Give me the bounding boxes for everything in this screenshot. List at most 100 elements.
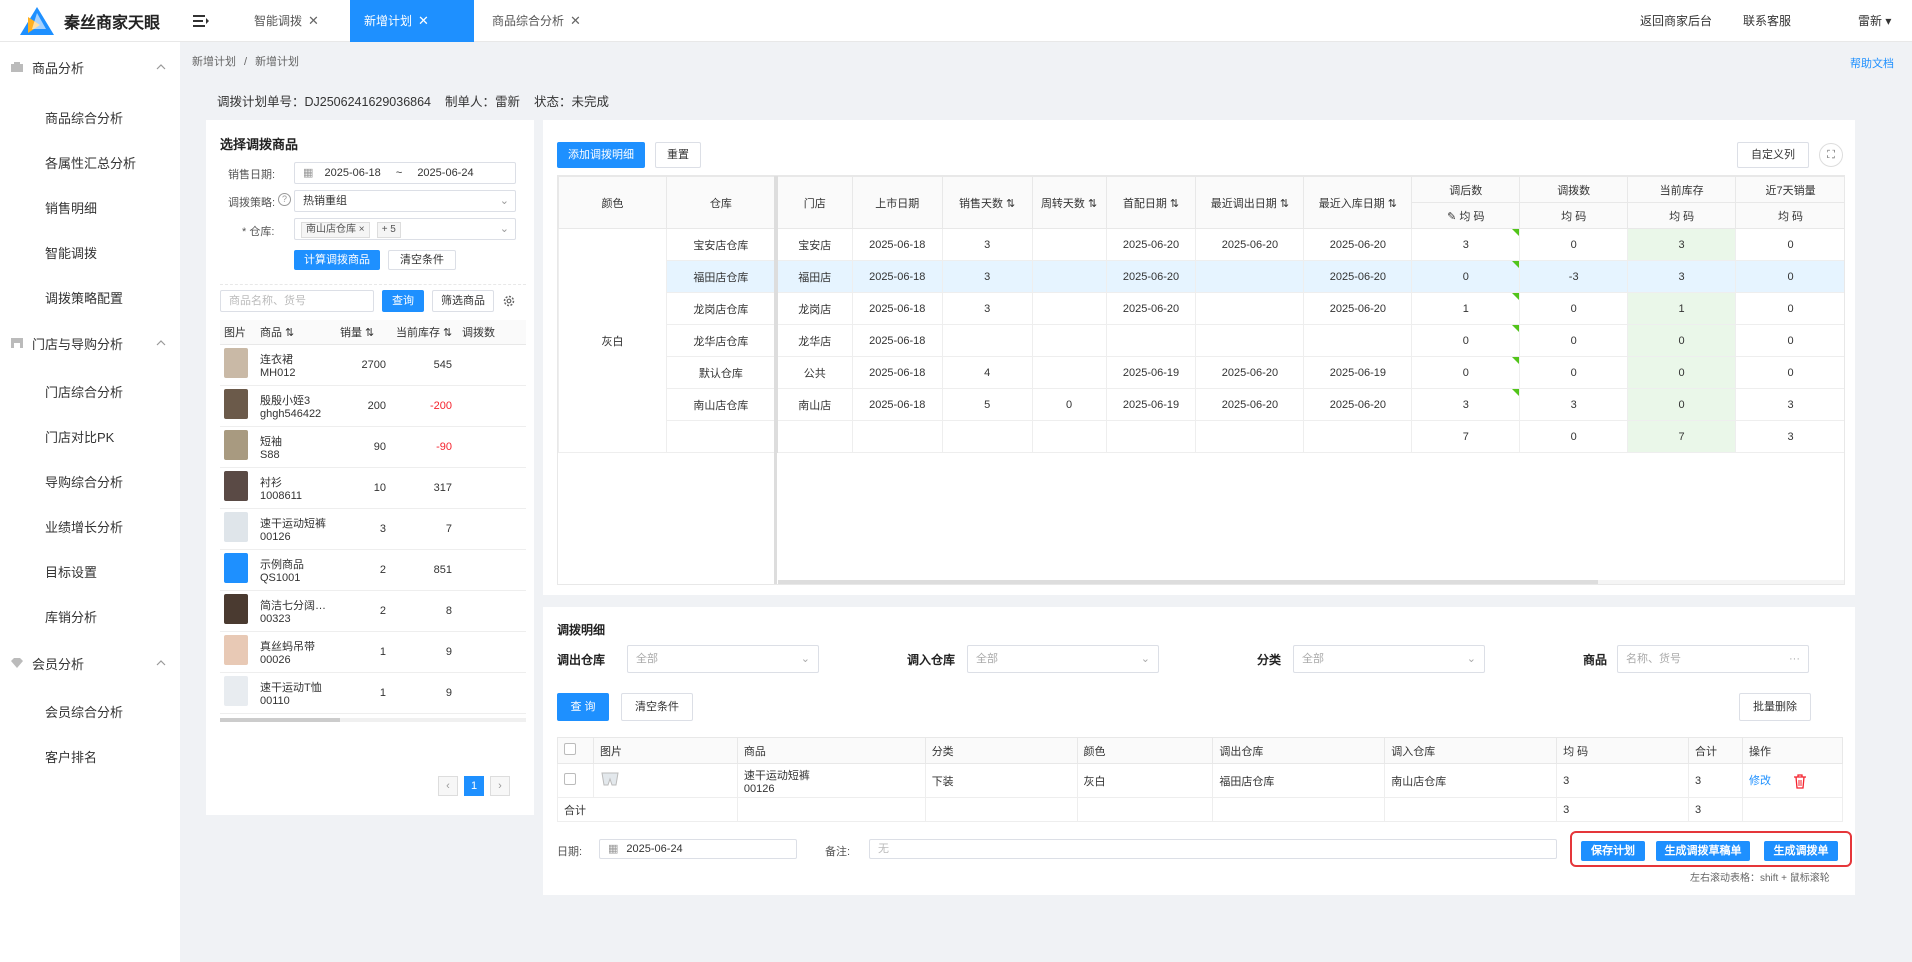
- column-header[interactable]: 销量 ⇅: [336, 320, 392, 345]
- calc-goods-button[interactable]: 计算调拨商品: [294, 250, 380, 270]
- table-row[interactable]: 殷殷小姪3 ghgh546422 200 -200: [220, 385, 526, 427]
- batch-delete-button[interactable]: 批量删除: [1739, 693, 1811, 721]
- grid-cell[interactable]: 0: [1411, 324, 1521, 357]
- column-header[interactable]: 周转天数 ⇅: [1031, 176, 1107, 229]
- clear-conditions-button[interactable]: 清空条件: [388, 250, 456, 270]
- sidebar-item[interactable]: 销售明细: [45, 198, 97, 217]
- sidebar-item[interactable]: 导购综合分析: [45, 472, 123, 491]
- table-row[interactable]: 速干运动短裤 00126 下装 灰白 福田店仓库 南山店仓库 3 3 修改: [557, 763, 1844, 798]
- trash-icon[interactable]: [1793, 774, 1807, 789]
- sidebar-item[interactable]: 业绩增长分析: [45, 517, 123, 536]
- user-menu[interactable]: 雷新 ▾: [1858, 12, 1891, 29]
- note-input[interactable]: 无: [869, 839, 1557, 859]
- sidebar-item[interactable]: 智能调拨: [45, 243, 97, 262]
- close-icon[interactable]: ✕: [308, 13, 319, 28]
- sidebar-item[interactable]: 客户排名: [45, 747, 97, 766]
- filter-goods-button[interactable]: 筛选商品: [432, 290, 494, 312]
- app-logo[interactable]: 秦丝商家天眼: [18, 5, 178, 37]
- category-select[interactable]: 全部 ⌄: [1293, 645, 1485, 673]
- generate-draft-button[interactable]: 生成调拨草稿单: [1656, 841, 1750, 861]
- sidebar-item[interactable]: 库销分析: [45, 607, 97, 626]
- menu-toggle-icon[interactable]: [192, 12, 210, 30]
- sidebar-item[interactable]: 门店综合分析: [45, 382, 123, 401]
- table-row[interactable]: 短袖 S88 90 -90: [220, 426, 526, 468]
- grid-cell[interactable]: 3: [1411, 388, 1521, 421]
- table-row[interactable]: 灰白 宝安店仓库 宝安店 2025-06-18 3 2025-06-20 2025-06-2…: [558, 228, 1844, 453]
- table-row[interactable]: 龙岗店仓库 龙岗店 2025-06-18 3 2025-06-20 2025-06-20 1…: [559, 292, 1844, 325]
- table-row[interactable]: 福田店仓库 福田店 2025-06-18 3 2025-06-20 2025-06-20 0…: [559, 260, 1844, 293]
- edit-link[interactable]: 修改: [1749, 775, 1771, 787]
- contact-service-link[interactable]: 联系客服: [1743, 12, 1791, 29]
- sub-header[interactable]: ✎ 均 码: [1411, 202, 1521, 229]
- query-button[interactable]: 查 询: [557, 693, 609, 721]
- help-docs-link[interactable]: 帮助文档: [1850, 55, 1894, 71]
- grid-cell: 2025-06-20: [1105, 260, 1197, 293]
- query-button[interactable]: 查询: [382, 290, 424, 312]
- page-number[interactable]: 1: [464, 776, 484, 796]
- save-plan-button[interactable]: 保存计划: [1581, 841, 1645, 861]
- add-detail-button[interactable]: 添加调拨明细: [557, 142, 645, 168]
- fullscreen-icon[interactable]: ⛶: [1819, 143, 1843, 167]
- column-header[interactable]: 销售天数 ⇅: [941, 176, 1033, 229]
- goods-search-input[interactable]: 商品名称、货号: [220, 290, 374, 312]
- sidebar-item[interactable]: 调拨策略配置: [45, 288, 123, 307]
- close-icon[interactable]: ✕: [418, 13, 429, 28]
- sidebar-item[interactable]: 目标设置: [45, 562, 97, 581]
- in-warehouse-select[interactable]: 全部 ⌄: [967, 645, 1159, 673]
- sidebar-group-store[interactable]: 门店与导购分析: [0, 328, 180, 358]
- table-row[interactable]: 默认仓库 公共 2025-06-18 4 2025-06-19 2025-06-20 202…: [559, 356, 1844, 389]
- prev-page-button[interactable]: ‹: [438, 776, 458, 796]
- row-checkbox[interactable]: [557, 763, 594, 798]
- grid-cell[interactable]: 1: [1411, 292, 1521, 325]
- grid-cell[interactable]: 0: [1411, 260, 1521, 293]
- sidebar-group-product[interactable]: 商品分析: [0, 52, 180, 82]
- table-row[interactable]: 速干运动短裤 00126 3 7: [220, 508, 526, 550]
- tab-product-analysis[interactable]: 商品综合分析 ✕: [478, 0, 595, 42]
- date-picker[interactable]: ▦ 2025-06-24: [599, 839, 797, 859]
- goods-search-input[interactable]: 名称、货号 ···: [1617, 645, 1809, 673]
- column-header[interactable]: 最近入库日期 ⇅: [1303, 176, 1413, 229]
- warehouse-select[interactable]: 南山店仓库 × + 5 ⌄: [294, 218, 516, 240]
- warehouse-tag[interactable]: 南山店仓库 ×: [301, 222, 370, 238]
- select-all-checkbox[interactable]: [557, 737, 594, 764]
- tab-smart-transfer[interactable]: 智能调拨 ✕: [240, 0, 333, 42]
- column-header[interactable]: 当前库存 ⇅: [392, 320, 458, 345]
- date-range-picker[interactable]: ▦ 2025-06-18 ~ 2025-06-24: [294, 162, 516, 184]
- more-icon[interactable]: ···: [1789, 646, 1800, 672]
- sidebar-group-member[interactable]: 会员分析: [0, 648, 180, 678]
- help-circle-icon[interactable]: ?: [278, 193, 291, 206]
- sidebar-item[interactable]: 商品综合分析: [45, 108, 123, 127]
- horizontal-scrollbar[interactable]: [220, 718, 526, 722]
- custom-columns-button[interactable]: 自定义列: [1737, 142, 1809, 168]
- clear-conditions-button[interactable]: 清空条件: [621, 693, 693, 721]
- table-row[interactable]: 示例商品 QS1001 2 851: [220, 549, 526, 591]
- column-header[interactable]: 首配日期 ⇅: [1105, 176, 1197, 229]
- horizontal-scrollbar[interactable]: [778, 580, 1844, 584]
- table-row[interactable]: 龙华店仓库 龙华店 2025-06-18 0 0 0 0: [559, 324, 1844, 357]
- next-page-button[interactable]: ›: [490, 776, 510, 796]
- breadcrumb-item[interactable]: 新增计划: [192, 56, 236, 68]
- size-qty-cell: 3: [1556, 763, 1689, 798]
- table-row[interactable]: 衬衫 1008611 10 317: [220, 467, 526, 509]
- generate-transfer-button[interactable]: 生成调拨单: [1764, 841, 1838, 861]
- table-row[interactable]: 真丝蚂吊带 00026 1 9: [220, 631, 526, 673]
- table-row[interactable]: 简洁七分阔… 00323 2 8: [220, 590, 526, 632]
- grid-cell[interactable]: 3: [1411, 228, 1521, 261]
- tab-new-plan[interactable]: 新增计划 ✕: [350, 0, 474, 42]
- strategy-select[interactable]: 热销重组 ⌄: [294, 190, 516, 212]
- grid-cell[interactable]: 0: [1411, 356, 1521, 389]
- reset-button[interactable]: 重置: [655, 142, 701, 168]
- table-row[interactable]: 速干运动T恤 00110 1 9: [220, 672, 526, 714]
- out-warehouse-select[interactable]: 全部 ⌄: [627, 645, 819, 673]
- column-header[interactable]: 最近调出日期 ⇅: [1195, 176, 1305, 229]
- sidebar-item[interactable]: 门店对比PK: [45, 427, 114, 446]
- back-to-admin-link[interactable]: 返回商家后台: [1640, 12, 1712, 29]
- sidebar-item[interactable]: 会员综合分析: [45, 702, 123, 721]
- table-row[interactable]: 连衣裙 MH012 2700 545: [220, 344, 526, 386]
- column-header[interactable]: 商品 ⇅: [256, 320, 336, 345]
- gear-icon[interactable]: [502, 294, 516, 308]
- total-cell: 0: [1519, 420, 1629, 453]
- table-row[interactable]: 南山店仓库 南山店 2025-06-18 5 0 2025-06-19 2025-06-20…: [559, 388, 1844, 421]
- close-icon[interactable]: ✕: [570, 13, 581, 28]
- sidebar-item[interactable]: 各属性汇总分析: [45, 153, 136, 172]
